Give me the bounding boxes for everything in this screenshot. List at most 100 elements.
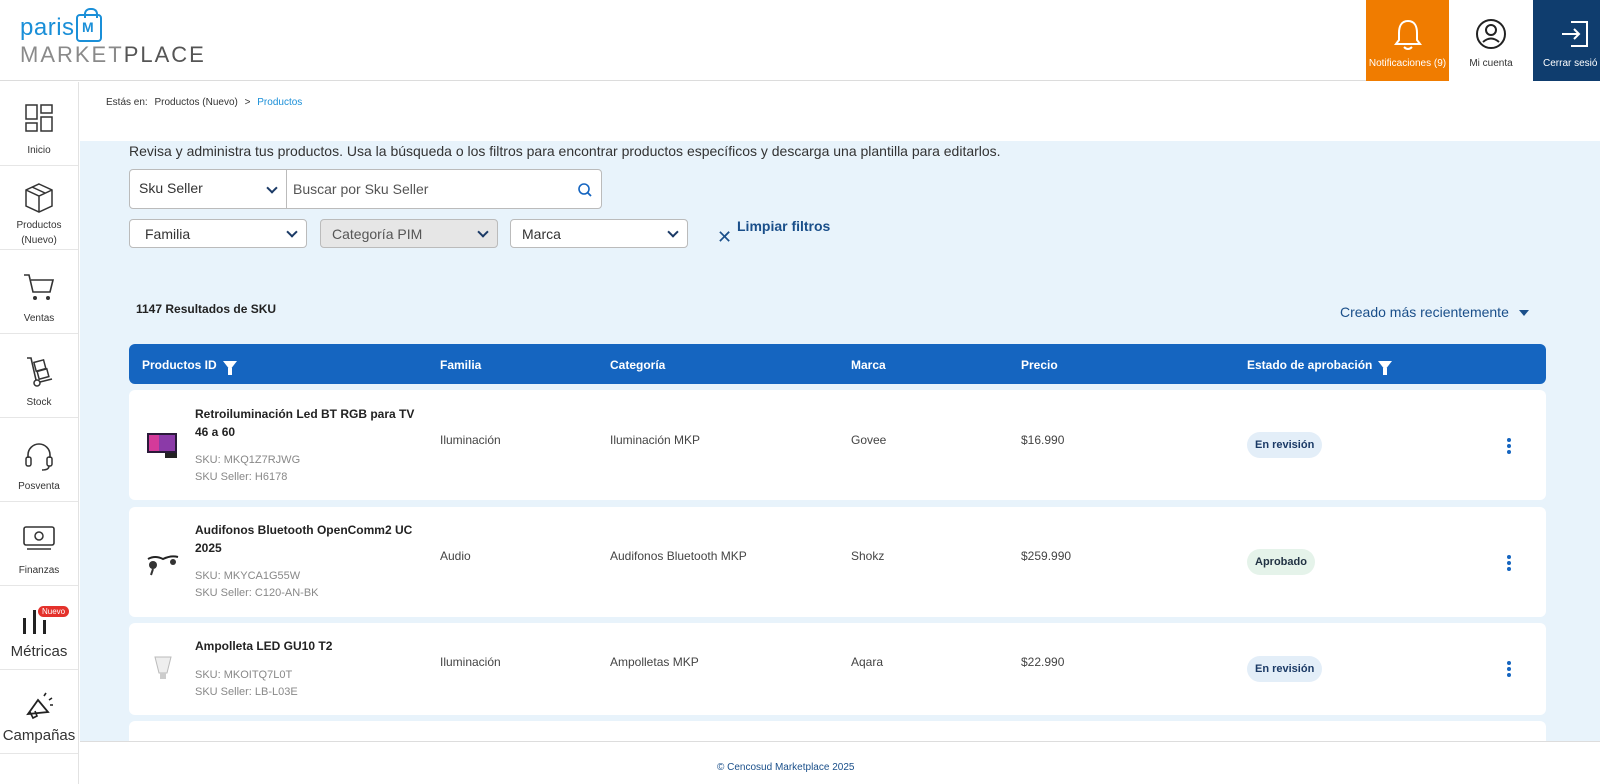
- new-badge: Nuevo: [38, 606, 70, 617]
- col-precio: Precio: [1021, 358, 1058, 372]
- status-badge: Aprobado: [1247, 549, 1315, 575]
- logout-icon: [1559, 18, 1591, 53]
- sidebar-item-metricas[interactable]: Nuevo Métricas: [0, 586, 78, 670]
- chevron-down-icon: [266, 182, 278, 194]
- sidebar-item-posventa[interactable]: Posventa: [0, 418, 78, 502]
- copyright-text: © Cencosud Marketplace 2025: [717, 762, 855, 773]
- kebab-menu-icon[interactable]: [1507, 438, 1513, 456]
- paris-marketplace-logo[interactable]: paris M MARKETPLACE: [20, 8, 204, 70]
- table-row[interactable]: Ampolleta LED GU10 T2 SKU: MKOITQ7L0T SK…: [129, 623, 1546, 715]
- cart-icon: [23, 272, 55, 305]
- breadcrumb-parent-link[interactable]: Productos (Nuevo): [154, 97, 237, 108]
- cell-precio: $259.990: [1021, 549, 1072, 563]
- cell-marca: Aqara: [851, 655, 884, 669]
- main-content: Revisa y administra tus productos. Usa l…: [80, 141, 1600, 761]
- sidebar-item-productos[interactable]: Productos (Nuevo): [0, 166, 78, 250]
- sort-dropdown[interactable]: Creado más recientemente: [1340, 304, 1529, 320]
- status-badge: En revisión: [1247, 656, 1323, 682]
- chevron-down-icon: [477, 226, 489, 238]
- search-type-value: Sku Seller: [139, 180, 203, 196]
- product-image: [145, 651, 181, 687]
- sidebar-label-metricas: Métricas: [10, 643, 68, 660]
- filter-marca[interactable]: Marca: [510, 219, 688, 248]
- filter-categoria[interactable]: Categoría PIM: [320, 219, 498, 248]
- search-type-select[interactable]: Sku Seller: [130, 170, 287, 208]
- sidebar-label-inicio: Inicio: [27, 145, 51, 156]
- product-sku: SKU: MKQ1Z7RJWG: [195, 454, 301, 466]
- logo-marketplace-text: MARKETPLACE: [20, 42, 206, 67]
- product-sku-seller: SKU Seller: LB-L03E: [195, 686, 298, 698]
- results-count: 1147 Resultados de SKU: [136, 302, 277, 316]
- cell-familia: Audio: [440, 549, 471, 563]
- filter-marca-label: Marca: [522, 226, 561, 242]
- col-estado: Estado de aprobación: [1247, 358, 1393, 376]
- product-name[interactable]: Retroiluminación Led BT RGB para TV 46 a…: [195, 405, 425, 441]
- search-input[interactable]: [289, 171, 569, 207]
- sidebar-item-campanas[interactable]: Campañas: [0, 670, 78, 754]
- filter-familia[interactable]: Familia: [129, 219, 307, 248]
- box-icon: [24, 182, 54, 217]
- chevron-down-icon: [286, 226, 298, 238]
- sidebar-item-ventas[interactable]: Ventas: [0, 250, 78, 334]
- close-icon: ✕: [717, 227, 733, 247]
- sidebar-label-stock: Stock: [26, 397, 52, 408]
- product-name[interactable]: Ampolleta LED GU10 T2: [195, 637, 425, 655]
- cell-marca: Govee: [851, 433, 887, 447]
- breadcrumb-current: Productos: [257, 97, 303, 108]
- headset-icon: [23, 440, 55, 475]
- logout-label: Cerrar sesió: [1543, 58, 1598, 69]
- my-account-label: Mi cuenta: [1469, 58, 1513, 69]
- sidebar-label-productos: Productos (Nuevo): [16, 220, 62, 246]
- product-name[interactable]: Audifonos Bluetooth OpenComm2 UC 2025: [195, 521, 425, 557]
- logout-button[interactable]: Cerrar sesió: [1533, 0, 1600, 81]
- col-marca: Marca: [851, 358, 886, 372]
- cell-categoria: Ampolletas MKP: [610, 655, 699, 669]
- caret-down-icon: [1518, 310, 1529, 317]
- filter-familia-label: Familia: [145, 226, 191, 242]
- footer: © Cencosud Marketplace 2025: [80, 741, 1600, 784]
- breadcrumb-prefix: Estás en:: [106, 97, 148, 108]
- product-image: [145, 545, 181, 581]
- notifications-label: Notificaciones (9): [1368, 58, 1447, 69]
- cell-precio: $16.990: [1021, 433, 1065, 447]
- filter-funnel-icon[interactable]: [222, 361, 237, 376]
- dashboard-icon: [25, 104, 53, 135]
- sidebar-label-posventa: Posventa: [18, 481, 60, 492]
- chevron-down-icon: [667, 226, 679, 238]
- product-sku: SKU: MKOITQ7L0T: [195, 669, 293, 681]
- logo-bag-icon: M: [76, 8, 102, 42]
- sort-label: Creado más recientemente: [1340, 304, 1509, 320]
- table-row[interactable]: Retroiluminación Led BT RGB para TV 46 a…: [129, 390, 1546, 500]
- cell-marca: Shokz: [851, 549, 885, 563]
- col-familia: Familia: [440, 358, 482, 372]
- notifications-button[interactable]: Notificaciones (9): [1366, 0, 1449, 81]
- my-account-button[interactable]: Mi cuenta: [1449, 0, 1533, 81]
- bell-icon: [1393, 18, 1423, 55]
- table-header: Productos ID Familia Categoría Marca Pre…: [129, 344, 1546, 384]
- sidebar-label-ventas: Ventas: [23, 313, 55, 324]
- money-icon: [23, 524, 55, 555]
- hand-truck-icon: [24, 356, 54, 391]
- product-image: [145, 427, 181, 463]
- sidebar-label-finanzas: Finanzas: [18, 565, 60, 576]
- search-box: Sku Seller: [129, 169, 602, 209]
- cell-categoria: Iluminación MKP: [610, 433, 701, 447]
- user-circle-icon: [1475, 18, 1507, 53]
- sidebar-item-inicio[interactable]: Inicio: [0, 82, 78, 166]
- filter-funnel-icon[interactable]: [1378, 361, 1393, 376]
- breadcrumb: Estás en: Productos (Nuevo) > Productos: [106, 97, 306, 108]
- col-productos-id: Productos ID: [142, 358, 237, 376]
- sidebar-nav: Inicio Productos (Nuevo) Ventas Stock Po…: [0, 82, 79, 784]
- table-row[interactable]: Audifonos Bluetooth OpenComm2 UC 2025 SK…: [129, 507, 1546, 617]
- kebab-menu-icon[interactable]: [1507, 555, 1513, 573]
- search-icon[interactable]: [577, 182, 593, 203]
- sidebar-label-campanas: Campañas: [2, 727, 76, 744]
- product-sku-seller: SKU Seller: H6178: [195, 471, 288, 483]
- sidebar-item-finanzas[interactable]: Finanzas: [0, 502, 78, 586]
- kebab-menu-icon[interactable]: [1507, 661, 1513, 679]
- products-panel: Revisa y administra tus productos. Usa l…: [92, 141, 1600, 761]
- sidebar-item-stock[interactable]: Stock: [0, 334, 78, 418]
- col-categoria: Categoría: [610, 358, 666, 372]
- top-header: paris M MARKETPLACE Notificaciones (9) M…: [0, 0, 1600, 81]
- cell-familia: Iluminación: [440, 655, 501, 669]
